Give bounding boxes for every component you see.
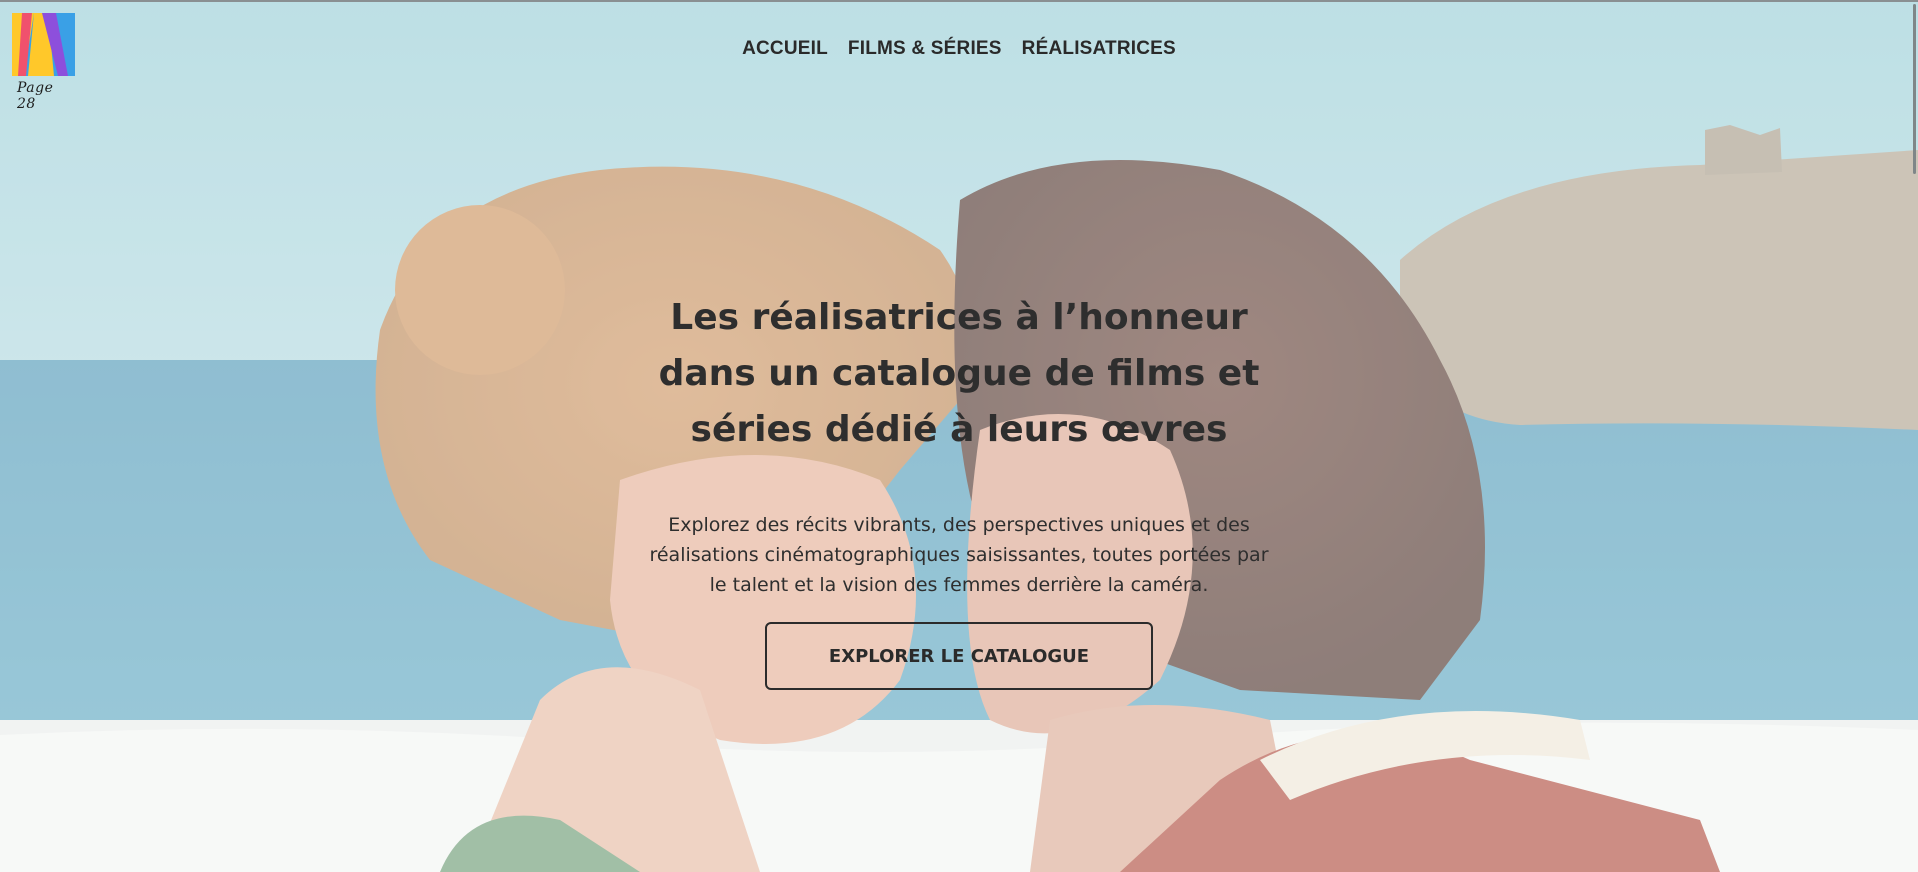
page: Page 28 ACCUEIL FILMS & SÉRIES RÉALISATR… <box>0 0 1918 872</box>
top-border <box>0 0 1918 2</box>
main-nav: ACCUEIL FILMS & SÉRIES RÉALISATRICES <box>0 38 1918 60</box>
nav-item-accueil[interactable]: ACCUEIL <box>742 38 828 60</box>
hero-description: Explorez des récits vibrants, des perspe… <box>649 514 1269 596</box>
nav-item-realisatrices[interactable]: RÉALISATRICES <box>1022 38 1176 60</box>
hero-title: Les réalisatrices à l’honneur dans un ca… <box>658 297 1260 450</box>
hero-section: Les réalisatrices à l’honneur dans un ca… <box>0 290 1918 690</box>
site-logo[interactable]: Page 28 <box>12 13 76 112</box>
logo-text: Page 28 <box>17 80 54 112</box>
scrollbar[interactable] <box>1913 4 1916 174</box>
explore-catalogue-button[interactable]: EXPLORER LE CATALOGUE <box>765 622 1153 690</box>
nav-item-films-series[interactable]: FILMS & SÉRIES <box>848 38 1002 60</box>
